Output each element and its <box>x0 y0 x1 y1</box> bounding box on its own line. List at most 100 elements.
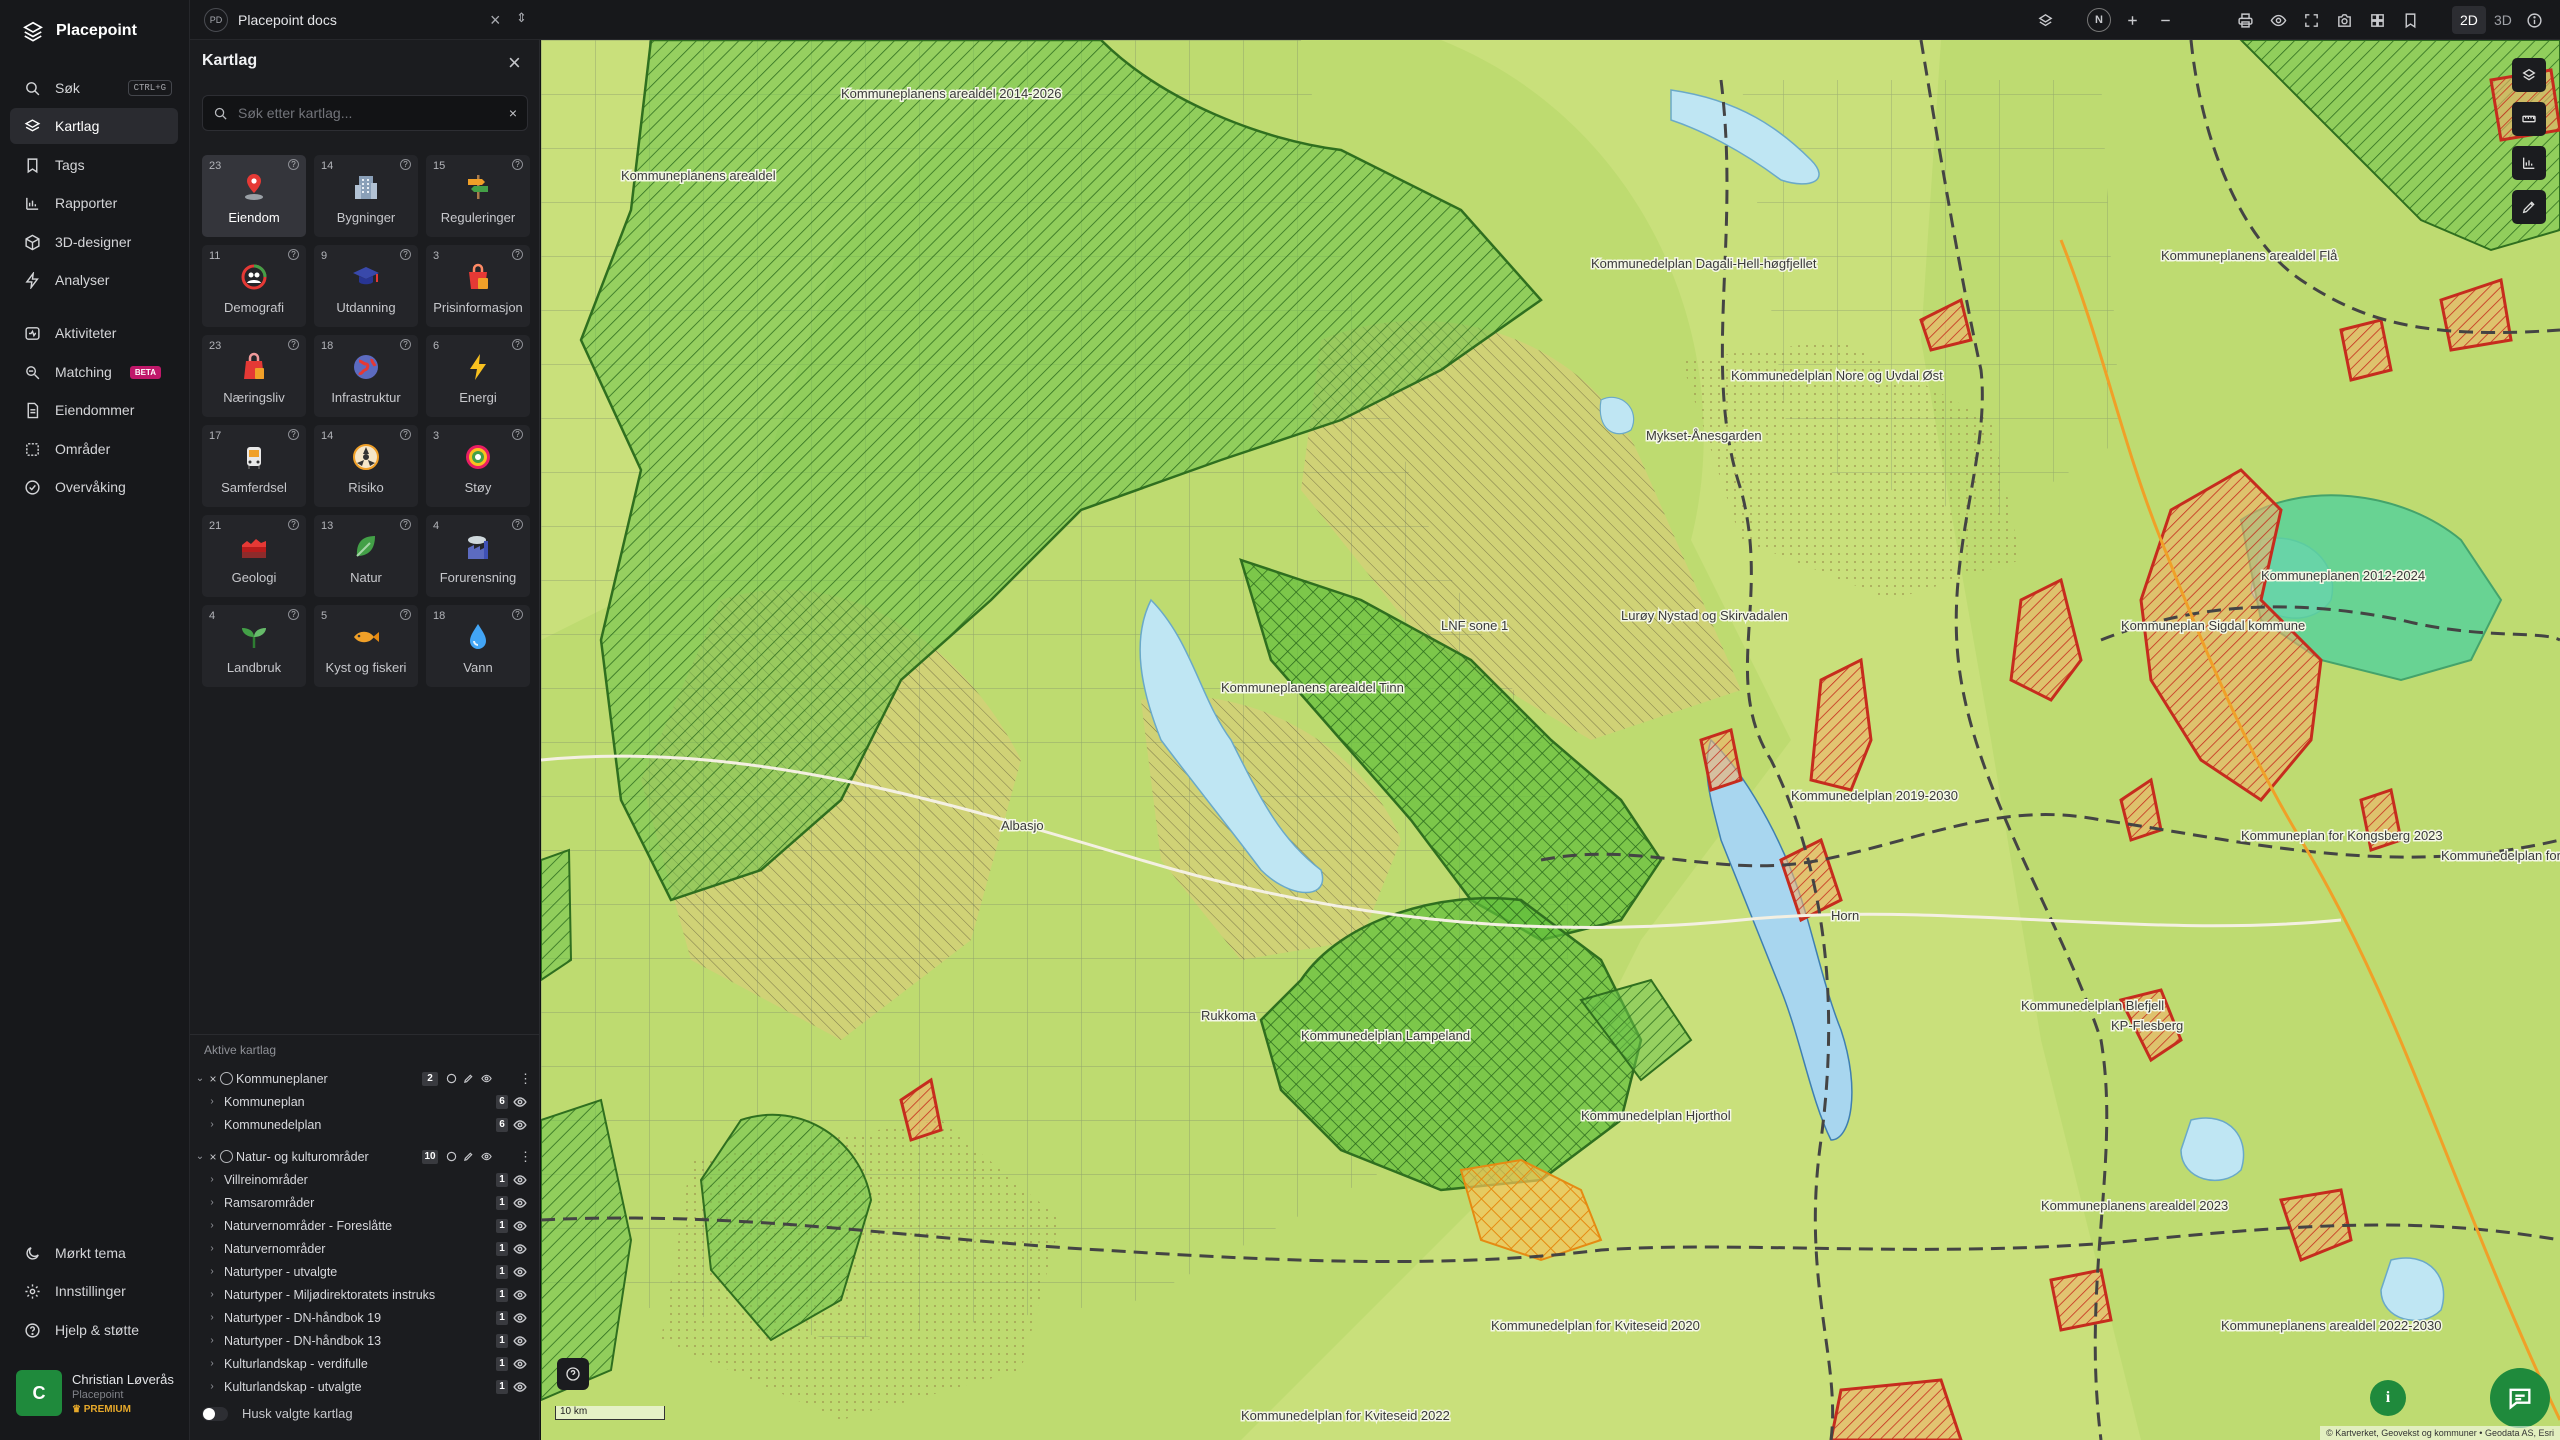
opacity-icon[interactable] <box>446 1073 457 1084</box>
remember-toggle[interactable] <box>202 1406 228 1421</box>
eye-icon[interactable] <box>2266 8 2290 32</box>
eye-icon[interactable] <box>513 1118 527 1132</box>
category-kyst-og-fiskeri[interactable]: 5 ? Kyst og fiskeri <box>314 605 418 687</box>
eye-icon[interactable] <box>513 1334 527 1348</box>
category-geologi[interactable]: 21 ? Geologi <box>202 515 306 597</box>
layer-row[interactable]: › Villreinområder 1 <box>190 1168 540 1191</box>
nav-item-eiendommer[interactable]: Eiendommer <box>10 392 178 428</box>
info-icon[interactable]: ? <box>512 609 523 620</box>
zoom-in-icon[interactable] <box>2120 8 2144 32</box>
eye-icon[interactable] <box>513 1219 527 1233</box>
layer-row[interactable]: › Naturvernområder - Foreslåtte 1 <box>190 1214 540 1237</box>
nav-item-help[interactable]: Hjelp & støtte <box>10 1312 178 1348</box>
chevron-right-icon[interactable]: › <box>206 1381 218 1392</box>
info-button[interactable]: i <box>2370 1380 2406 1416</box>
category-infrastruktur[interactable]: 18 ? Infrastruktur <box>314 335 418 417</box>
camera-icon[interactable] <box>2332 8 2356 32</box>
category-risiko[interactable]: 14 ? Risiko <box>314 425 418 507</box>
clear-icon[interactable]: × <box>509 105 517 121</box>
chevron-right-icon[interactable]: › <box>206 1289 218 1300</box>
layer-row[interactable]: › Ramsarområder 1 <box>190 1191 540 1214</box>
close-icon[interactable]: × <box>490 10 501 31</box>
category-bygninger[interactable]: 14 ? Bygninger <box>314 155 418 237</box>
workspace-selector[interactable]: PD Placepoint docs <box>204 8 337 32</box>
map-canvas[interactable]: Kommuneplanens arealdel 2014-2026 Kommune… <box>541 40 2560 1440</box>
nav-item-kartlag[interactable]: Kartlag <box>10 108 178 144</box>
grid-icon[interactable] <box>2365 8 2389 32</box>
info-icon[interactable]: ? <box>288 339 299 350</box>
map-measure-control[interactable] <box>2512 102 2546 136</box>
category-natur[interactable]: 13 ? Natur <box>314 515 418 597</box>
chevron-right-icon[interactable]: › <box>206 1220 218 1231</box>
compass-button[interactable]: N <box>2087 8 2111 32</box>
category-stoy[interactable]: 3 ? Støy <box>426 425 530 507</box>
print-icon[interactable] <box>2233 8 2257 32</box>
nav-item-aktiviteter[interactable]: Aktiviteter <box>10 315 178 351</box>
nav-item-matching[interactable]: Matching BETA <box>10 354 178 390</box>
info-icon[interactable]: ? <box>512 519 523 530</box>
layer-row[interactable]: › Kulturlandskap - verdifulle 1 <box>190 1352 540 1375</box>
layer-group-row[interactable]: ⌄ × Natur- og kulturområder 10 ⋮ <box>190 1145 540 1168</box>
chevron-right-icon[interactable]: › <box>206 1243 218 1254</box>
mode-2d-button[interactable]: 2D <box>2452 6 2486 34</box>
chevron-down-icon[interactable]: ⌄ <box>194 1073 206 1084</box>
info-icon[interactable]: ? <box>288 429 299 440</box>
zoom-out-icon[interactable] <box>2153 8 2177 32</box>
eye-icon[interactable] <box>513 1095 527 1109</box>
fullscreen-icon[interactable] <box>2299 8 2323 32</box>
info-icon[interactable]: ? <box>400 339 411 350</box>
info-icon[interactable] <box>2522 8 2546 32</box>
category-landbruk[interactable]: 4 ? Landbruk <box>202 605 306 687</box>
info-icon[interactable]: ? <box>400 609 411 620</box>
eye-icon[interactable] <box>513 1311 527 1325</box>
layer-row[interactable]: › Naturtyper - utvalgte 1 <box>190 1260 540 1283</box>
more-icon[interactable]: ⋮ <box>519 1149 532 1165</box>
info-icon[interactable]: ? <box>400 519 411 530</box>
category-forurensning[interactable]: 4 ? Forurensning <box>426 515 530 597</box>
chevron-right-icon[interactable]: › <box>206 1174 218 1185</box>
chevron-right-icon[interactable]: › <box>206 1335 218 1346</box>
chevron-right-icon[interactable]: › <box>206 1119 218 1130</box>
info-icon[interactable]: ? <box>288 609 299 620</box>
more-icon[interactable]: ⋮ <box>519 1071 532 1087</box>
eye-icon[interactable] <box>513 1288 527 1302</box>
category-energi[interactable]: 6 ? Energi <box>426 335 530 417</box>
layer-row[interactable]: › Naturvernområder 1 <box>190 1237 540 1260</box>
eye-icon[interactable] <box>513 1242 527 1256</box>
nav-item-search[interactable]: Søk CTRL+G <box>10 70 178 106</box>
eye-icon[interactable] <box>480 1073 493 1084</box>
info-icon[interactable]: ? <box>288 519 299 530</box>
nav-item-analyser[interactable]: Analyser <box>10 262 178 298</box>
eye-icon[interactable] <box>513 1265 527 1279</box>
chevron-right-icon[interactable]: › <box>206 1266 218 1277</box>
edit-icon[interactable] <box>463 1151 474 1162</box>
category-demografi[interactable]: 11 ? Demografi <box>202 245 306 327</box>
category-naeringsliv[interactable]: 23 ? Næringsliv <box>202 335 306 417</box>
chevron-right-icon[interactable]: › <box>206 1358 218 1369</box>
opacity-icon[interactable] <box>446 1151 457 1162</box>
chevron-right-icon[interactable]: › <box>206 1197 218 1208</box>
eye-icon[interactable] <box>480 1151 493 1162</box>
layer-row[interactable]: › Naturtyper - Miljødirektoratets instruk… <box>190 1283 540 1306</box>
info-icon[interactable]: ? <box>400 429 411 440</box>
layer-row[interactable]: › Kommuneplan 6 <box>190 1090 540 1113</box>
eye-icon[interactable] <box>513 1173 527 1187</box>
eye-icon[interactable] <box>513 1196 527 1210</box>
mode-3d-button[interactable]: 3D <box>2486 6 2520 34</box>
layer-group-row[interactable]: ⌄ × Kommuneplaner 2 ⋮ <box>190 1067 540 1090</box>
info-icon[interactable]: ? <box>400 159 411 170</box>
eye-icon[interactable] <box>513 1380 527 1394</box>
chevron-right-icon[interactable]: › <box>206 1312 218 1323</box>
info-icon[interactable]: ? <box>512 249 523 260</box>
chat-button[interactable] <box>2490 1368 2550 1428</box>
map-chart-control[interactable] <box>2512 146 2546 180</box>
user-profile[interactable]: C Christian Løverås Placepoint ♛ PREMIUM <box>16 1370 176 1416</box>
nav-item-settings[interactable]: Innstillinger <box>10 1273 178 1309</box>
category-vann[interactable]: 18 ? Vann <box>426 605 530 687</box>
map-layers-control[interactable] <box>2512 58 2546 92</box>
map-help-button[interactable] <box>557 1358 589 1390</box>
layer-row[interactable]: › Kulturlandskap - utvalgte 1 <box>190 1375 540 1398</box>
chevron-down-icon[interactable]: ⌄ <box>194 1151 206 1162</box>
category-utdanning[interactable]: 9 ? Utdanning <box>314 245 418 327</box>
map-draw-control[interactable] <box>2512 190 2546 224</box>
